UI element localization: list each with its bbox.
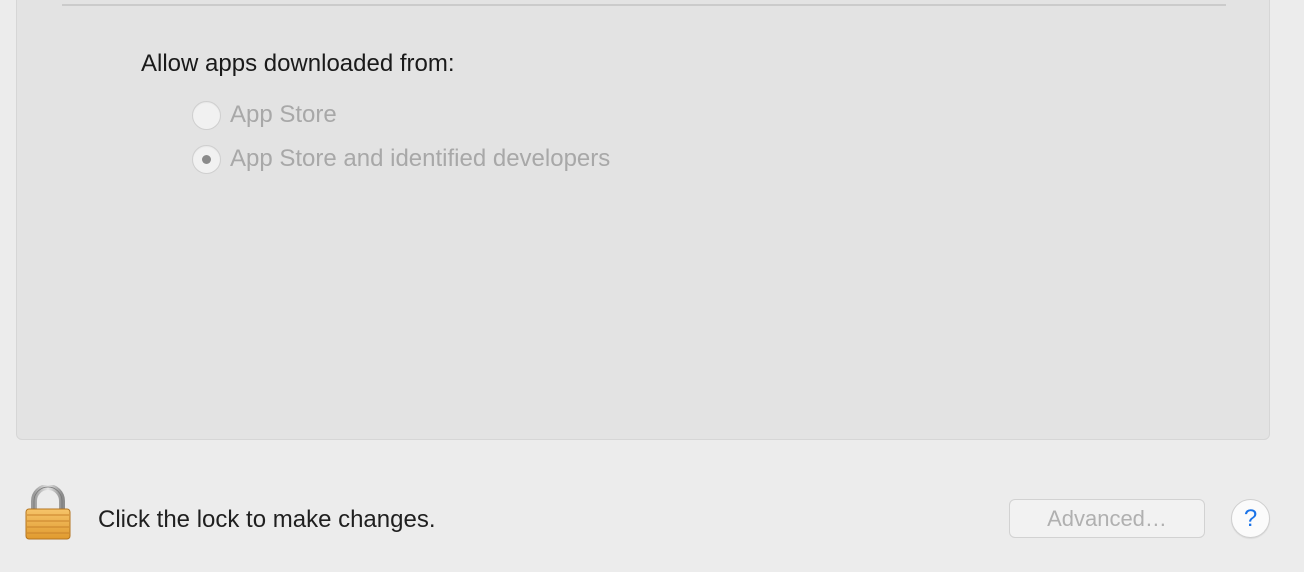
advanced-button[interactable]: Advanced… <box>1009 499 1205 538</box>
help-icon: ? <box>1243 504 1258 532</box>
lock-instruction-text: Click the lock to make changes. <box>98 506 436 533</box>
radio-option-app-store-identified-developers[interactable]: App Store and identified developers <box>192 143 610 175</box>
radio-option-app-store[interactable]: App Store <box>192 99 337 131</box>
radio-label-app-store: App Store <box>230 101 337 128</box>
help-button[interactable]: ? <box>1231 499 1270 538</box>
lock-icon[interactable] <box>24 485 72 541</box>
section-divider <box>62 4 1226 6</box>
radio-label-identified-developers: App Store and identified developers <box>230 145 611 172</box>
radio-selected-dot <box>202 154 211 164</box>
radio-button-selected[interactable] <box>192 144 221 174</box>
radio-button-unselected[interactable] <box>192 100 221 130</box>
allow-apps-heading: Allow apps downloaded from: <box>141 50 455 77</box>
